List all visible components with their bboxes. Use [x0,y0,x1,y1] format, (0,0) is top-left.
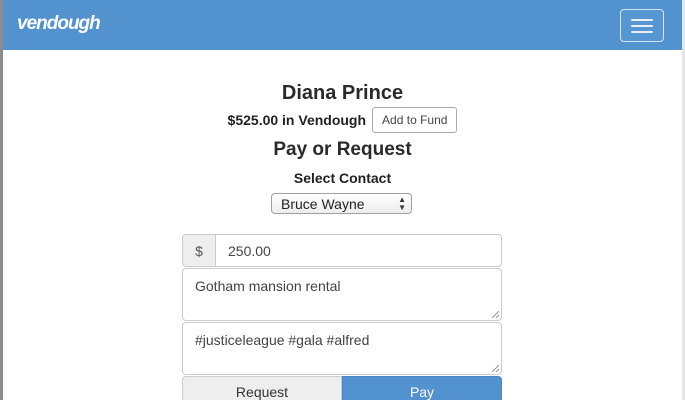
hamburger-icon-bar [631,30,653,33]
add-to-fund-button[interactable]: Add to Fund [372,107,458,133]
contact-select[interactable]: Bruce Wayne ▲ ▼ [271,193,412,214]
tags-textarea[interactable]: #justiceleague #gala #alfred [182,322,502,375]
navbar: vendough [3,0,682,50]
select-contact-label: Select Contact [293,170,392,186]
action-buttons: Request Pay [182,376,502,400]
resize-grip-icon[interactable] [492,365,499,372]
pay-or-request-title: Pay or Request [273,139,412,160]
balance-text: $525.00 in Vendough [227,112,367,128]
select-arrows-icon: ▲ ▼ [398,195,406,212]
hamburger-menu-button[interactable] [620,9,664,42]
amount-input[interactable]: 250.00 [216,235,501,266]
description-textarea[interactable]: Gotham mansion rental [182,268,502,321]
hamburger-icon-bar [631,24,653,27]
contact-select-value: Bruce Wayne [281,195,365,212]
amount-input-group: $ 250.00 [182,234,502,267]
resize-grip-icon[interactable] [492,311,499,318]
main-content: Diana Prince $525.00 in Vendough Add to … [0,50,685,400]
request-button[interactable]: Request [182,376,342,400]
balance-row: $525.00 in Vendough Add to Fund [0,107,685,133]
user-name: Diana Prince [281,82,404,104]
pay-button[interactable]: Pay [342,376,502,400]
tags-text: #justiceleague #gala #alfred [195,332,370,348]
currency-addon: $ [183,235,216,266]
brand-logo[interactable]: vendough [17,13,101,35]
hamburger-icon [631,18,653,21]
payment-form: $ 250.00 Gotham mansion rental #justicel… [182,234,502,400]
description-text: Gotham mansion rental [195,278,341,294]
